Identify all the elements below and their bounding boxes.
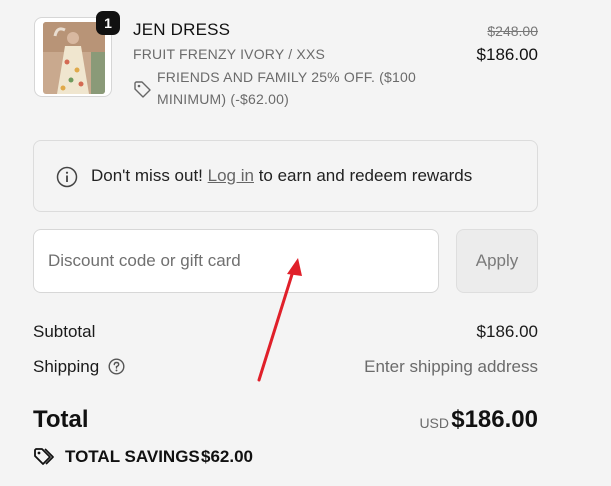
line-item-price: $186.00 bbox=[476, 45, 538, 64]
subtotal-label: Subtotal bbox=[33, 322, 96, 341]
original-price: $248.00 bbox=[487, 23, 538, 39]
product-image bbox=[43, 22, 105, 94]
apply-button[interactable]: Apply bbox=[456, 229, 538, 293]
rewards-message: Don't miss out! Log in to earn and redee… bbox=[91, 166, 472, 186]
line-item-discount: FRIENDS AND FAMILY 25% OFF. ($100 MINIMU… bbox=[157, 69, 416, 107]
rewards-prefix: Don't miss out! bbox=[91, 166, 203, 185]
total-value: $186.00 bbox=[451, 406, 538, 433]
discount-code-input[interactable] bbox=[33, 229, 439, 293]
total-label: Total bbox=[33, 406, 89, 433]
rewards-banner: Don't miss out! Log in to earn and redee… bbox=[33, 140, 538, 212]
login-link[interactable]: Log in bbox=[208, 166, 254, 185]
tags-icon bbox=[34, 448, 54, 465]
product-title: JEN DRESS bbox=[133, 20, 231, 39]
info-icon bbox=[56, 166, 78, 188]
total-savings-value: $62.00 bbox=[201, 447, 253, 466]
currency-code: USD bbox=[419, 415, 449, 431]
quantity-badge: 1 bbox=[96, 11, 120, 35]
total-savings-label: TOTAL SAVINGS bbox=[65, 447, 200, 466]
question-circle-icon[interactable] bbox=[108, 358, 125, 375]
shipping-label: Shipping bbox=[33, 357, 100, 376]
product-variant: FRUIT FRENZY IVORY / XXS bbox=[133, 46, 326, 62]
rewards-suffix: to earn and redeem rewards bbox=[258, 166, 473, 185]
subtotal-value: $186.00 bbox=[476, 322, 538, 341]
shipping-value: Enter shipping address bbox=[364, 357, 538, 376]
tag-icon bbox=[134, 81, 151, 98]
